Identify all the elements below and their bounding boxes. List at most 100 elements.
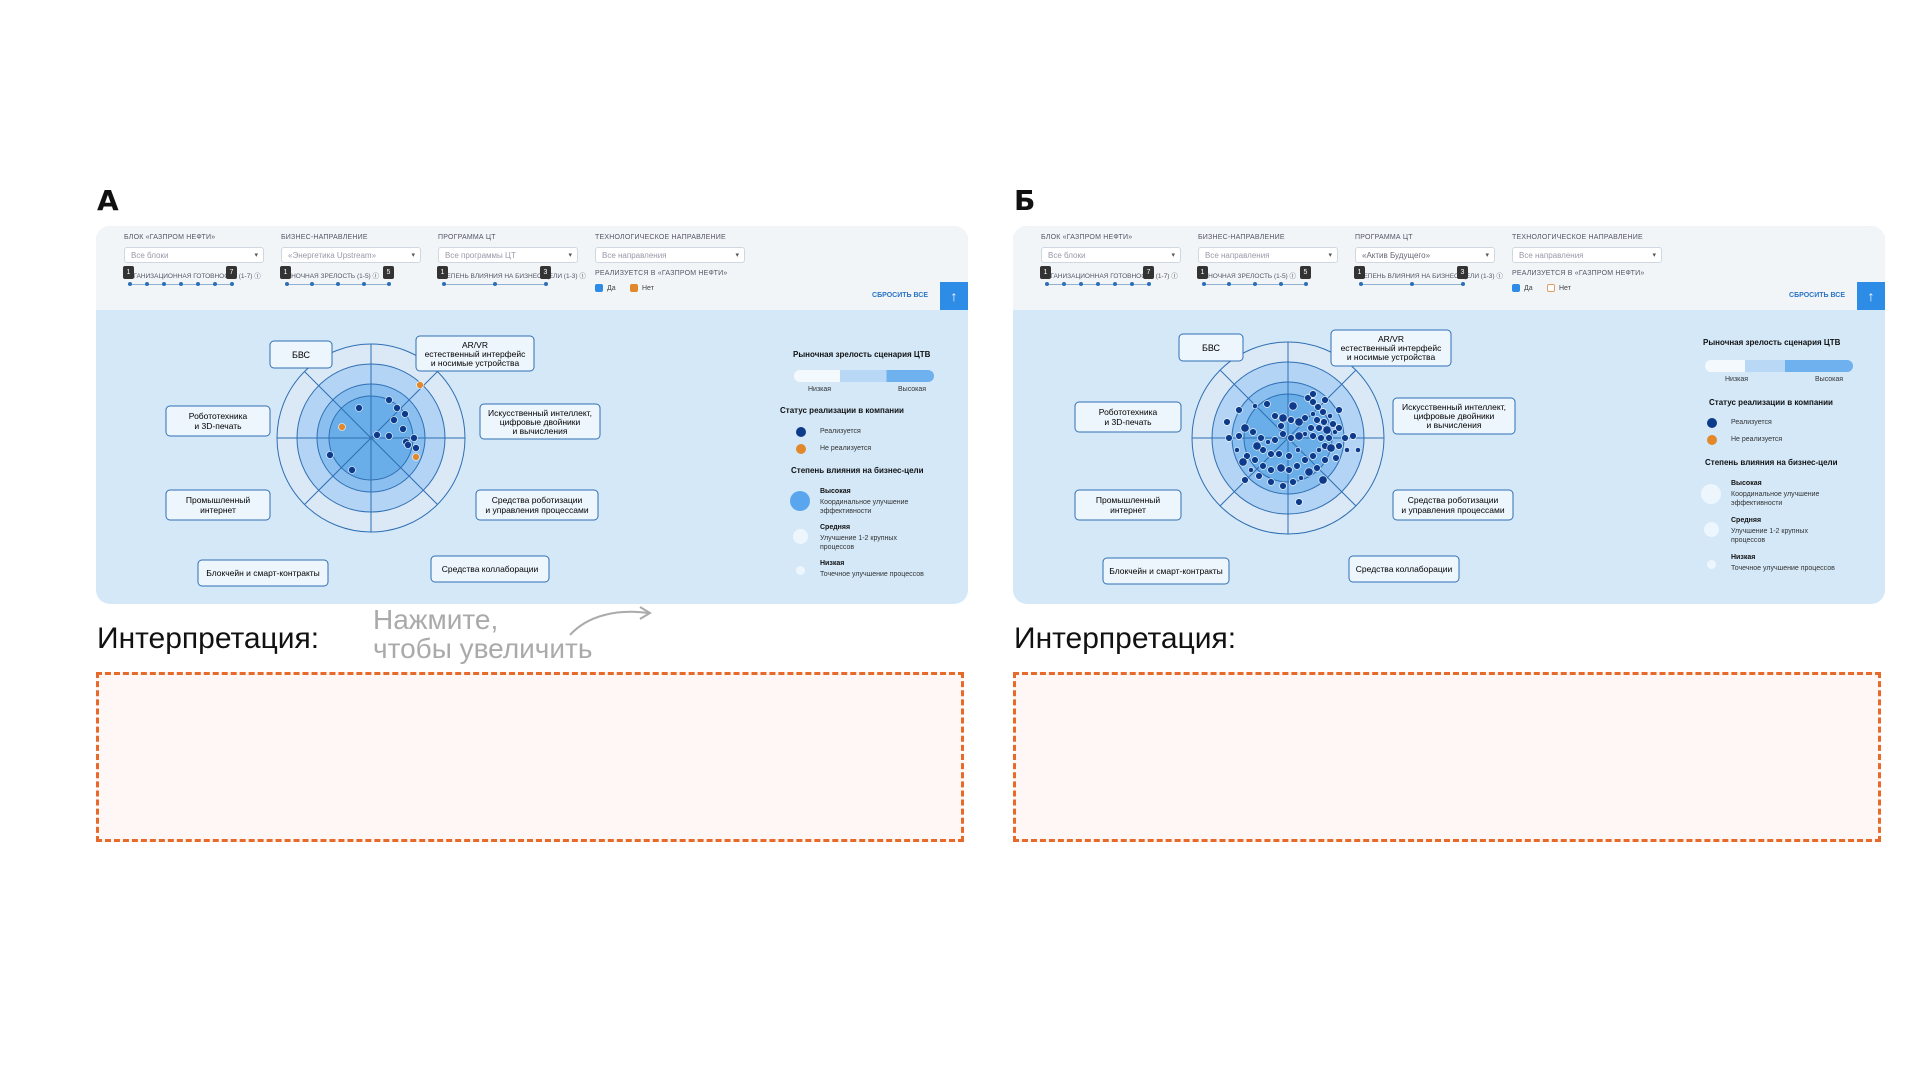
implemented-dot[interactable] — [1329, 420, 1337, 428]
implemented-dot[interactable] — [1304, 467, 1314, 477]
slider-handle-max[interactable]: 3 — [540, 266, 551, 279]
implemented-dot[interactable] — [385, 396, 393, 404]
implemented-dot[interactable] — [1240, 423, 1250, 433]
implemented-dot[interactable] — [1355, 447, 1361, 453]
implemented-dot[interactable] — [348, 466, 356, 474]
implemented-dot[interactable] — [1332, 454, 1340, 462]
reset-all-button[interactable]: СБРОСИТЬ ВСЕ — [872, 292, 928, 299]
implemented-dot[interactable] — [410, 434, 418, 442]
org-readiness-slider[interactable]: 1 7 — [123, 266, 237, 288]
impact-slider[interactable]: 1 3 — [437, 266, 551, 288]
implemented-dot[interactable] — [412, 444, 420, 452]
implemented-dot[interactable] — [1294, 431, 1304, 441]
sector-label-iot[interactable]: Промышленный интернет — [165, 489, 271, 521]
implemented-dot[interactable] — [1295, 447, 1301, 453]
implemented-dot[interactable] — [1315, 424, 1323, 432]
implemented-dot[interactable] — [1235, 406, 1243, 414]
implemented-dot[interactable] — [1265, 439, 1271, 445]
panel-a-screenshot[interactable]: БЛОК «ГАЗПРОМ НЕФТИ» Все блоки ▾ БИЗНЕС-Н… — [96, 226, 968, 604]
implemented-dot[interactable] — [1307, 424, 1315, 432]
slider-handle-min[interactable]: 1 — [1354, 266, 1365, 279]
implemented-dot[interactable] — [1259, 462, 1267, 470]
implemented-dot[interactable] — [1335, 442, 1343, 450]
sector-label-robotization[interactable]: Средства роботизации и управления процес… — [1392, 489, 1514, 521]
implemented-dot[interactable] — [1321, 396, 1329, 404]
sector-label-iot[interactable]: Промышленный интернет — [1074, 489, 1182, 521]
implemented-dot[interactable] — [1288, 401, 1298, 411]
slider-handle-max[interactable]: 5 — [1300, 266, 1311, 279]
implemented-dot[interactable] — [1309, 432, 1317, 440]
implemented-dot[interactable] — [390, 416, 398, 424]
implemented-dot[interactable] — [1267, 450, 1275, 458]
slider-handle-max[interactable]: 3 — [1457, 266, 1468, 279]
implemented-dot[interactable] — [1344, 447, 1350, 453]
implemented-dot[interactable] — [1238, 457, 1248, 467]
implemented-dot[interactable] — [1341, 434, 1349, 442]
slider-handle-max[interactable]: 5 — [383, 266, 394, 279]
implemented-dot[interactable] — [1349, 432, 1357, 440]
implemented-dot[interactable] — [1313, 416, 1321, 424]
implemented-dot[interactable] — [1298, 475, 1304, 481]
sector-label-blockchain[interactable]: Блокчейн и смарт-контракты — [197, 559, 329, 587]
slider-handle-min[interactable]: 1 — [1040, 266, 1051, 279]
not-implemented-dot[interactable] — [416, 381, 424, 389]
implemented-dot[interactable] — [1321, 456, 1329, 464]
implemented-dot[interactable] — [393, 404, 401, 412]
implemented-dot[interactable] — [399, 425, 407, 433]
implemented-dot[interactable] — [1327, 413, 1333, 419]
implemented-dot[interactable] — [385, 432, 393, 440]
interpretation-input-b[interactable] — [1013, 672, 1881, 842]
scroll-up-button[interactable]: ↑ — [1857, 282, 1885, 310]
panel-b-screenshot[interactable]: БЛОК «ГАЗПРОМ НЕФТИ» Все блоки ▾ БИЗНЕС-Н… — [1013, 226, 1885, 604]
implemented-dot[interactable] — [1267, 466, 1275, 474]
implemented-dot[interactable] — [1322, 425, 1332, 435]
implemented-dot[interactable] — [1320, 418, 1328, 426]
sector-label-arvr[interactable]: AR/VR естественный интерфейс и носимые у… — [1330, 329, 1452, 367]
slider-handle-max[interactable]: 7 — [226, 266, 237, 279]
implemented-dot[interactable] — [373, 431, 381, 439]
implemented-dot[interactable] — [1309, 390, 1317, 398]
implemented-dot[interactable] — [1287, 434, 1295, 442]
scroll-up-button[interactable]: ↑ — [940, 282, 968, 310]
program-select[interactable]: «Актив Будущего» ▾ — [1355, 247, 1495, 263]
implemented-dot[interactable] — [1287, 416, 1295, 424]
implemented-dot[interactable] — [1293, 462, 1301, 470]
sector-label-blockchain[interactable]: Блокчейн и смарт-контракты — [1102, 557, 1230, 585]
block-select[interactable]: Все блоки ▾ — [124, 247, 264, 263]
sector-label-robotization[interactable]: Средства роботизации и управления процес… — [475, 489, 599, 521]
slider-handle-min[interactable]: 1 — [437, 266, 448, 279]
implemented-dot[interactable] — [1279, 482, 1287, 490]
slider-handle-min[interactable]: 1 — [280, 266, 291, 279]
checkbox-yes[interactable]: Да — [595, 284, 616, 292]
sector-label-bvs[interactable]: БВС — [1178, 333, 1244, 362]
implemented-dot[interactable] — [1275, 450, 1283, 458]
implemented-dot[interactable] — [1255, 472, 1263, 480]
implemented-dot[interactable] — [1318, 475, 1328, 485]
implemented-dot[interactable] — [1295, 498, 1303, 506]
implemented-dot[interactable] — [1235, 432, 1243, 440]
tech-select[interactable]: Все направления ▾ — [1512, 247, 1662, 263]
implemented-dot[interactable] — [1326, 443, 1336, 453]
implemented-dot[interactable] — [355, 404, 363, 412]
implemented-dot[interactable] — [1301, 456, 1309, 464]
implemented-dot[interactable] — [1316, 447, 1322, 453]
checkbox-yes[interactable]: Да — [1512, 284, 1533, 292]
implemented-dot[interactable] — [1234, 447, 1240, 453]
implemented-dot[interactable] — [1257, 434, 1265, 442]
implemented-dot[interactable] — [1289, 478, 1297, 486]
implemented-dot[interactable] — [1278, 413, 1288, 423]
checkbox-no[interactable]: Нет — [630, 284, 654, 292]
implemented-dot[interactable] — [1271, 412, 1279, 420]
implemented-dot[interactable] — [1309, 452, 1317, 460]
implemented-dot[interactable] — [1251, 456, 1259, 464]
implemented-dot[interactable] — [404, 441, 412, 449]
implemented-dot[interactable] — [1223, 418, 1231, 426]
implemented-dot[interactable] — [1314, 403, 1322, 411]
reset-all-button[interactable]: СБРОСИТЬ ВСЕ — [1789, 292, 1845, 299]
sector-label-ai[interactable]: Искусственный интеллект, цифровые двойни… — [479, 403, 601, 440]
implemented-dot[interactable] — [1225, 434, 1233, 442]
sector-label-arvr[interactable]: AR/VR естественный интерфейс и носимые у… — [415, 335, 535, 372]
implemented-dot[interactable] — [1267, 478, 1275, 486]
implemented-dot[interactable] — [326, 451, 334, 459]
sector-label-bvs[interactable]: БВС — [269, 340, 333, 369]
